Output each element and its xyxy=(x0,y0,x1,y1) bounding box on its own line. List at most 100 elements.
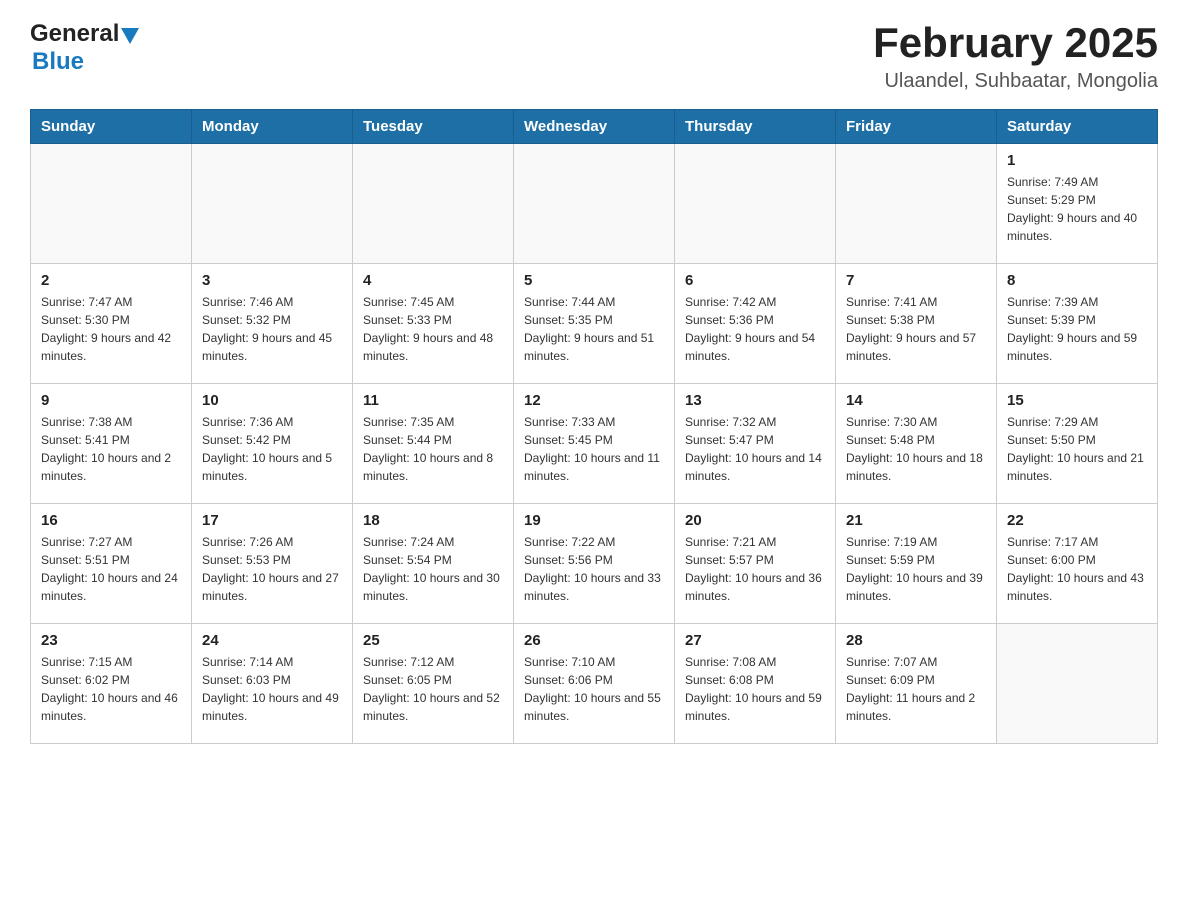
calendar-cell: 26 Sunrise: 7:10 AM Sunset: 6:06 PM Dayli… xyxy=(514,624,675,744)
calendar-header: SundayMondayTuesdayWednesdayThursdayFrid… xyxy=(31,110,1158,144)
calendar-cell xyxy=(31,144,192,264)
calendar-cell: 10 Sunrise: 7:36 AM Sunset: 5:42 PM Dayli… xyxy=(192,384,353,504)
calendar-cell: 3 Sunrise: 7:46 AM Sunset: 5:32 PM Daylig… xyxy=(192,264,353,384)
weekday-header-tuesday: Tuesday xyxy=(353,110,514,144)
day-number: 11 xyxy=(363,392,503,409)
day-info: Sunrise: 7:39 AM Sunset: 5:39 PM Dayligh… xyxy=(1007,293,1147,365)
day-info: Sunrise: 7:44 AM Sunset: 5:35 PM Dayligh… xyxy=(524,293,664,365)
day-info: Sunrise: 7:30 AM Sunset: 5:48 PM Dayligh… xyxy=(846,413,986,485)
calendar-cell: 25 Sunrise: 7:12 AM Sunset: 6:05 PM Dayli… xyxy=(353,624,514,744)
day-number: 4 xyxy=(363,272,503,289)
day-info: Sunrise: 7:07 AM Sunset: 6:09 PM Dayligh… xyxy=(846,653,986,725)
calendar-cell xyxy=(514,144,675,264)
day-info: Sunrise: 7:17 AM Sunset: 6:00 PM Dayligh… xyxy=(1007,533,1147,605)
day-number: 24 xyxy=(202,632,342,649)
page-header: General Blue February 2025 Ulaandel, Suh… xyxy=(30,20,1158,93)
day-info: Sunrise: 7:32 AM Sunset: 5:47 PM Dayligh… xyxy=(685,413,825,485)
day-number: 9 xyxy=(41,392,181,409)
weekday-header-monday: Monday xyxy=(192,110,353,144)
logo-blue-text: Blue xyxy=(32,48,84,75)
day-info: Sunrise: 7:35 AM Sunset: 5:44 PM Dayligh… xyxy=(363,413,503,485)
calendar-week-3: 9 Sunrise: 7:38 AM Sunset: 5:41 PM Daylig… xyxy=(31,384,1158,504)
day-info: Sunrise: 7:36 AM Sunset: 5:42 PM Dayligh… xyxy=(202,413,342,485)
day-number: 2 xyxy=(41,272,181,289)
day-info: Sunrise: 7:29 AM Sunset: 5:50 PM Dayligh… xyxy=(1007,413,1147,485)
calendar-cell: 24 Sunrise: 7:14 AM Sunset: 6:03 PM Dayli… xyxy=(192,624,353,744)
calendar-cell: 4 Sunrise: 7:45 AM Sunset: 5:33 PM Daylig… xyxy=(353,264,514,384)
calendar-cell: 17 Sunrise: 7:26 AM Sunset: 5:53 PM Dayli… xyxy=(192,504,353,624)
day-number: 21 xyxy=(846,512,986,529)
day-info: Sunrise: 7:26 AM Sunset: 5:53 PM Dayligh… xyxy=(202,533,342,605)
calendar-table: SundayMondayTuesdayWednesdayThursdayFrid… xyxy=(30,109,1158,744)
day-number: 27 xyxy=(685,632,825,649)
calendar-cell: 15 Sunrise: 7:29 AM Sunset: 5:50 PM Dayli… xyxy=(997,384,1158,504)
day-number: 25 xyxy=(363,632,503,649)
day-info: Sunrise: 7:12 AM Sunset: 6:05 PM Dayligh… xyxy=(363,653,503,725)
calendar-cell: 18 Sunrise: 7:24 AM Sunset: 5:54 PM Dayli… xyxy=(353,504,514,624)
page-subtitle: Ulaandel, Suhbaatar, Mongolia xyxy=(873,70,1158,93)
day-info: Sunrise: 7:10 AM Sunset: 6:06 PM Dayligh… xyxy=(524,653,664,725)
calendar-cell: 19 Sunrise: 7:22 AM Sunset: 5:56 PM Dayli… xyxy=(514,504,675,624)
weekday-header-friday: Friday xyxy=(836,110,997,144)
day-info: Sunrise: 7:08 AM Sunset: 6:08 PM Dayligh… xyxy=(685,653,825,725)
day-info: Sunrise: 7:46 AM Sunset: 5:32 PM Dayligh… xyxy=(202,293,342,365)
day-number: 19 xyxy=(524,512,664,529)
calendar-body: 1Sunrise: 7:49 AM Sunset: 5:29 PM Daylig… xyxy=(31,144,1158,744)
weekday-header-thursday: Thursday xyxy=(675,110,836,144)
day-info: Sunrise: 7:14 AM Sunset: 6:03 PM Dayligh… xyxy=(202,653,342,725)
day-number: 6 xyxy=(685,272,825,289)
calendar-cell: 12 Sunrise: 7:33 AM Sunset: 5:45 PM Dayli… xyxy=(514,384,675,504)
day-number: 16 xyxy=(41,512,181,529)
calendar-cell: 2Sunrise: 7:47 AM Sunset: 5:30 PM Daylig… xyxy=(31,264,192,384)
day-info: Sunrise: 7:38 AM Sunset: 5:41 PM Dayligh… xyxy=(41,413,181,485)
day-info: Sunrise: 7:27 AM Sunset: 5:51 PM Dayligh… xyxy=(41,533,181,605)
logo-general-text: General xyxy=(30,20,119,48)
calendar-cell: 27 Sunrise: 7:08 AM Sunset: 6:08 PM Dayli… xyxy=(675,624,836,744)
day-number: 26 xyxy=(524,632,664,649)
day-info: Sunrise: 7:19 AM Sunset: 5:59 PM Dayligh… xyxy=(846,533,986,605)
day-number: 18 xyxy=(363,512,503,529)
day-info: Sunrise: 7:24 AM Sunset: 5:54 PM Dayligh… xyxy=(363,533,503,605)
title-block: February 2025 Ulaandel, Suhbaatar, Mongo… xyxy=(873,20,1158,93)
calendar-cell xyxy=(997,624,1158,744)
day-number: 17 xyxy=(202,512,342,529)
day-info: Sunrise: 7:41 AM Sunset: 5:38 PM Dayligh… xyxy=(846,293,986,365)
day-info: Sunrise: 7:15 AM Sunset: 6:02 PM Dayligh… xyxy=(41,653,181,725)
weekday-header-row: SundayMondayTuesdayWednesdayThursdayFrid… xyxy=(31,110,1158,144)
calendar-cell: 22 Sunrise: 7:17 AM Sunset: 6:00 PM Dayli… xyxy=(997,504,1158,624)
calendar-week-4: 16 Sunrise: 7:27 AM Sunset: 5:51 PM Dayli… xyxy=(31,504,1158,624)
day-number: 7 xyxy=(846,272,986,289)
calendar-week-5: 23Sunrise: 7:15 AM Sunset: 6:02 PM Dayli… xyxy=(31,624,1158,744)
calendar-cell: 8 Sunrise: 7:39 AM Sunset: 5:39 PM Daylig… xyxy=(997,264,1158,384)
day-number: 14 xyxy=(846,392,986,409)
day-number: 8 xyxy=(1007,272,1147,289)
day-info: Sunrise: 7:22 AM Sunset: 5:56 PM Dayligh… xyxy=(524,533,664,605)
logo-triangle xyxy=(121,28,139,44)
calendar-cell: 14 Sunrise: 7:30 AM Sunset: 5:48 PM Dayli… xyxy=(836,384,997,504)
weekday-header-saturday: Saturday xyxy=(997,110,1158,144)
calendar-cell xyxy=(192,144,353,264)
calendar-cell xyxy=(836,144,997,264)
page-title: February 2025 xyxy=(873,20,1158,66)
calendar-week-2: 2Sunrise: 7:47 AM Sunset: 5:30 PM Daylig… xyxy=(31,264,1158,384)
weekday-header-sunday: Sunday xyxy=(31,110,192,144)
day-number: 3 xyxy=(202,272,342,289)
calendar-cell: 20Sunrise: 7:21 AM Sunset: 5:57 PM Dayli… xyxy=(675,504,836,624)
logo: General Blue xyxy=(30,20,139,76)
day-number: 15 xyxy=(1007,392,1147,409)
day-number: 20 xyxy=(685,512,825,529)
day-number: 13 xyxy=(685,392,825,409)
day-number: 10 xyxy=(202,392,342,409)
calendar-cell: 1Sunrise: 7:49 AM Sunset: 5:29 PM Daylig… xyxy=(997,144,1158,264)
day-number: 28 xyxy=(846,632,986,649)
calendar-cell: 16 Sunrise: 7:27 AM Sunset: 5:51 PM Dayli… xyxy=(31,504,192,624)
calendar-cell: 9 Sunrise: 7:38 AM Sunset: 5:41 PM Daylig… xyxy=(31,384,192,504)
day-number: 12 xyxy=(524,392,664,409)
calendar-cell xyxy=(675,144,836,264)
day-info: Sunrise: 7:33 AM Sunset: 5:45 PM Dayligh… xyxy=(524,413,664,485)
calendar-cell: 28 Sunrise: 7:07 AM Sunset: 6:09 PM Dayli… xyxy=(836,624,997,744)
calendar-week-1: 1Sunrise: 7:49 AM Sunset: 5:29 PM Daylig… xyxy=(31,144,1158,264)
calendar-cell: 6Sunrise: 7:42 AM Sunset: 5:36 PM Daylig… xyxy=(675,264,836,384)
day-info: Sunrise: 7:45 AM Sunset: 5:33 PM Dayligh… xyxy=(363,293,503,365)
day-number: 22 xyxy=(1007,512,1147,529)
